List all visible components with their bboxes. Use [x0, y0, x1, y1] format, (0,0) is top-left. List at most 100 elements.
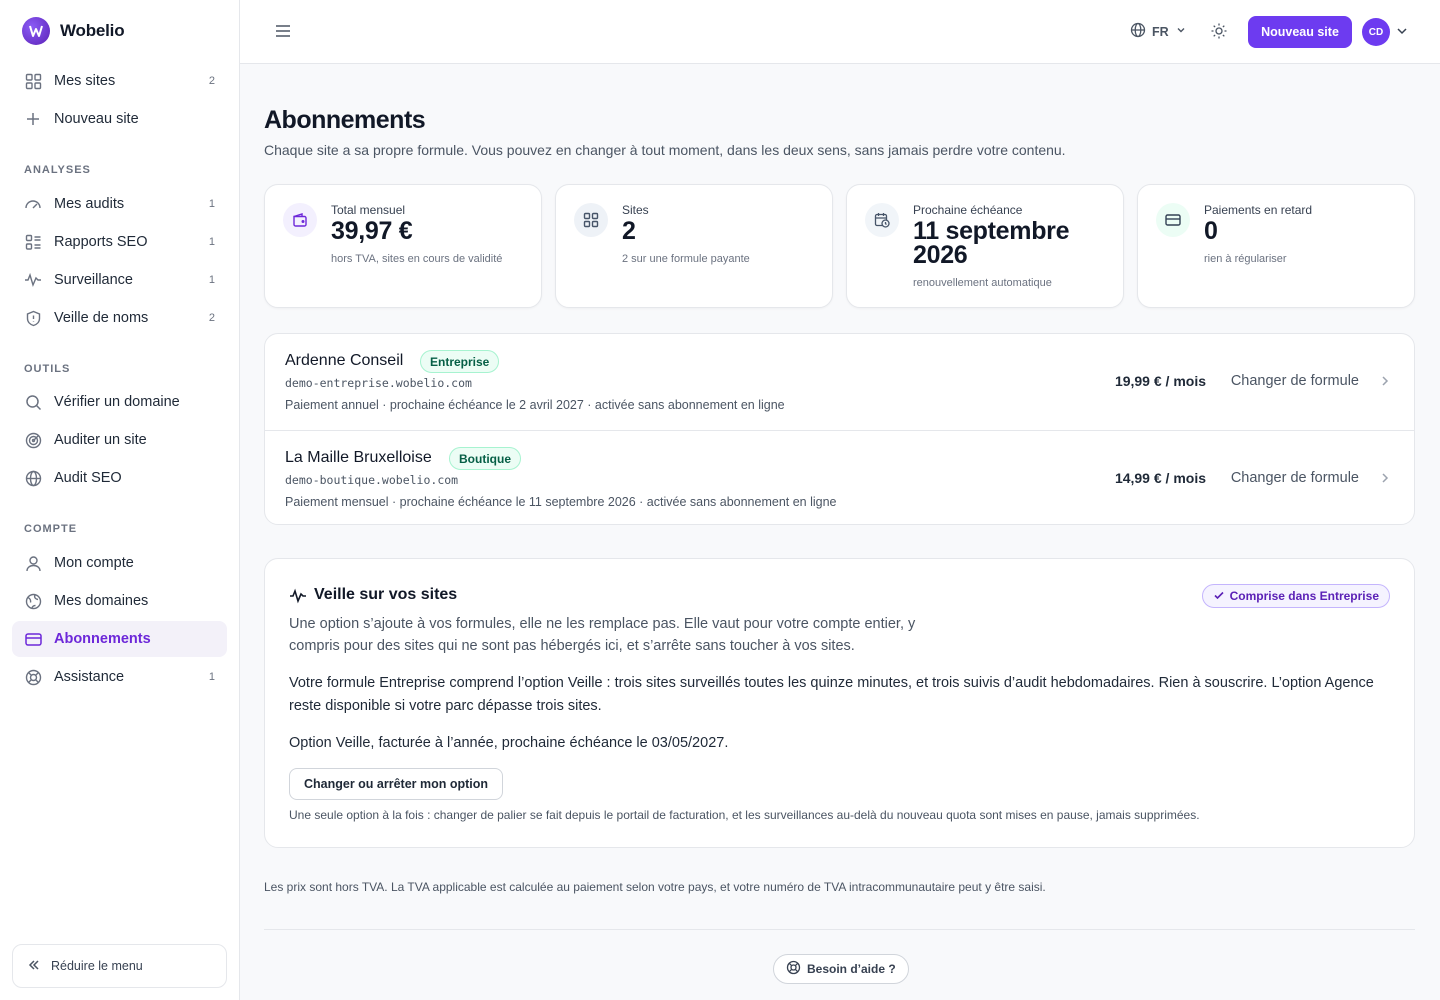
- chevrons-left-icon: [27, 958, 41, 975]
- subscription-details: Paiement annuel · prochaine échéance le …: [285, 398, 785, 412]
- menu-icon[interactable]: [274, 22, 294, 42]
- page-subtitle: Chaque site a sa propre formule. Vous po…: [264, 142, 1066, 158]
- sidebar-item-verifier-domaine[interactable]: Vérifier un domaine: [12, 384, 227, 420]
- sidebar-item-label: Mes audits: [54, 196, 125, 212]
- sidebar-item-audit-seo[interactable]: Audit SEO: [12, 460, 227, 496]
- chevron-down-icon: [1175, 24, 1187, 39]
- language-selector[interactable]: FR: [1130, 22, 1187, 41]
- sidebar-item-mes-domaines[interactable]: Mes domaines: [12, 583, 227, 619]
- stat-label: Prochaine échéance: [913, 203, 1023, 217]
- stat-value: 0: [1204, 217, 1218, 245]
- subscription-row[interactable]: Ardenne Conseil Entreprise demo-entrepri…: [265, 334, 1414, 430]
- radar-icon: [24, 431, 42, 449]
- included-badge: Comprise dans Entreprise: [1201, 584, 1390, 608]
- activity-icon: [24, 271, 42, 289]
- sidebar-item-label: Abonnements: [54, 631, 151, 647]
- stat-value: 11 septembre 2026: [913, 217, 1070, 269]
- avatar[interactable]: CD: [1362, 18, 1390, 46]
- plus-icon: [24, 110, 42, 128]
- subscription-row[interactable]: La Maille Bruxelloise Boutique demo-bout…: [265, 430, 1414, 526]
- chevron-right-icon[interactable]: [1378, 374, 1392, 388]
- sidebar-item-nouveau-site[interactable]: Nouveau site: [12, 101, 227, 137]
- lifebuoy-icon: [24, 668, 42, 686]
- sidebar-item-count: 2: [208, 312, 215, 324]
- change-plan-link[interactable]: Changer de formule: [1231, 373, 1359, 389]
- site-name: La Maille Bruxelloise: [285, 449, 432, 466]
- credit-card-icon: [1156, 203, 1190, 237]
- sidebar-item-label: Surveillance: [54, 272, 133, 288]
- page-title: Abonnements: [264, 106, 426, 134]
- credit-card-icon: [24, 630, 42, 648]
- veille-title: Veille sur vos sites: [314, 586, 458, 603]
- sidebar-item-count: 1: [208, 236, 215, 248]
- sidebar-item-mes-audits[interactable]: Mes audits 1: [12, 186, 227, 222]
- sidebar-item-count: 1: [208, 671, 215, 683]
- activity-icon: [289, 587, 307, 605]
- wallet-icon: [283, 203, 317, 237]
- sidebar-item-label: Vérifier un domaine: [54, 394, 180, 410]
- theme-toggle-sun-icon[interactable]: [1210, 22, 1230, 42]
- language-code: FR: [1152, 24, 1169, 39]
- sidebar-item-count: 1: [208, 198, 215, 210]
- sidebar-item-auditer-site[interactable]: Auditer un site: [12, 422, 227, 458]
- change-plan-link[interactable]: Changer de formule: [1231, 470, 1359, 486]
- chevron-down-icon[interactable]: [1395, 24, 1409, 38]
- globe-icon: [1130, 22, 1146, 41]
- included-badge-label: Comprise dans Entreprise: [1229, 589, 1379, 603]
- stat-label: Sites: [622, 203, 649, 217]
- user-icon: [24, 554, 42, 572]
- report-list-icon: [24, 233, 42, 251]
- vat-note: Les prix sont hors TVA. La TVA applicabl…: [264, 880, 1046, 894]
- globe-icon: [24, 469, 42, 487]
- sidebar-section-outils: OUTILS: [24, 363, 71, 375]
- stat-value: 39,97 €: [331, 217, 413, 245]
- subscriptions-list: Ardenne Conseil Entreprise demo-entrepri…: [264, 333, 1415, 525]
- collapse-menu-button[interactable]: Réduire le menu: [12, 944, 227, 988]
- veille-description: Une option s’ajoute à vos formules, elle…: [289, 616, 916, 654]
- help-button[interactable]: Besoin d’aide ?: [773, 954, 909, 984]
- veille-plan-text: Votre formule Entreprise comprend l’opti…: [289, 675, 1374, 714]
- change-option-button[interactable]: Changer ou arrêter mon option: [289, 768, 504, 800]
- sidebar-section-compte: COMPTE: [24, 523, 78, 535]
- calendar-clock-icon: [865, 203, 899, 237]
- plan-badge: Entreprise: [420, 350, 500, 373]
- sidebar-item-surveillance[interactable]: Surveillance 1: [12, 262, 227, 298]
- new-site-button[interactable]: Nouveau site: [1248, 16, 1352, 48]
- subscription-price: 19,99 € / mois: [1114, 373, 1206, 389]
- subscription-price: 14,99 € / mois: [1114, 470, 1206, 486]
- stat-note: hors TVA, sites en cours de validité: [331, 253, 503, 265]
- check-icon: [1213, 589, 1225, 604]
- collapse-menu-label: Réduire le menu: [51, 959, 143, 973]
- shield-icon: [24, 309, 42, 327]
- sidebar-item-assistance[interactable]: Assistance 1: [12, 659, 227, 695]
- brand[interactable]: Wobelio: [22, 17, 125, 45]
- sidebar-item-label: Auditer un site: [54, 432, 147, 448]
- sidebar-item-veille-de-noms[interactable]: Veille de noms 2: [12, 300, 227, 336]
- lifebuoy-icon: [786, 960, 801, 978]
- sidebar-item-abonnements[interactable]: Abonnements: [12, 621, 227, 657]
- sidebar-item-mes-sites[interactable]: Mes sites 2: [12, 63, 227, 99]
- sidebar-item-label: Assistance: [54, 669, 125, 685]
- sidebar-item-label: Nouveau site: [54, 111, 139, 127]
- grid-icon: [24, 72, 42, 90]
- sidebar-section-analyses: ANALYSES: [24, 164, 91, 176]
- plan-badge: Boutique: [449, 447, 521, 470]
- site-domain: demo-boutique.wobelio.com: [285, 473, 459, 487]
- sidebar-item-count: 2: [208, 75, 215, 87]
- site-domain: demo-entreprise.wobelio.com: [285, 376, 472, 390]
- stat-note: 2 sur une formule payante: [622, 253, 750, 265]
- grid-icon: [574, 203, 608, 237]
- search-icon: [24, 393, 42, 411]
- sidebar-item-label: Mes domaines: [54, 593, 149, 609]
- help-label: Besoin d’aide ?: [807, 962, 896, 976]
- topbar: FR Nouveau site CD: [240, 0, 1440, 64]
- sidebar-item-mon-compte[interactable]: Mon compte: [12, 545, 227, 581]
- sidebar-item-label: Audit SEO: [54, 470, 122, 486]
- subscription-details: Paiement mensuel · prochaine échéance le…: [285, 495, 837, 509]
- stat-card-late-payments: Paiements en retard 0 rien à régulariser: [1137, 184, 1415, 308]
- site-name: Ardenne Conseil: [285, 352, 404, 369]
- sidebar-item-rapports-seo[interactable]: Rapports SEO 1: [12, 224, 227, 260]
- chevron-right-icon[interactable]: [1378, 471, 1392, 485]
- veille-billing-text: Option Veille, facturée à l’année, proch…: [289, 735, 729, 751]
- sidebar-item-label: Veille de noms: [54, 310, 149, 326]
